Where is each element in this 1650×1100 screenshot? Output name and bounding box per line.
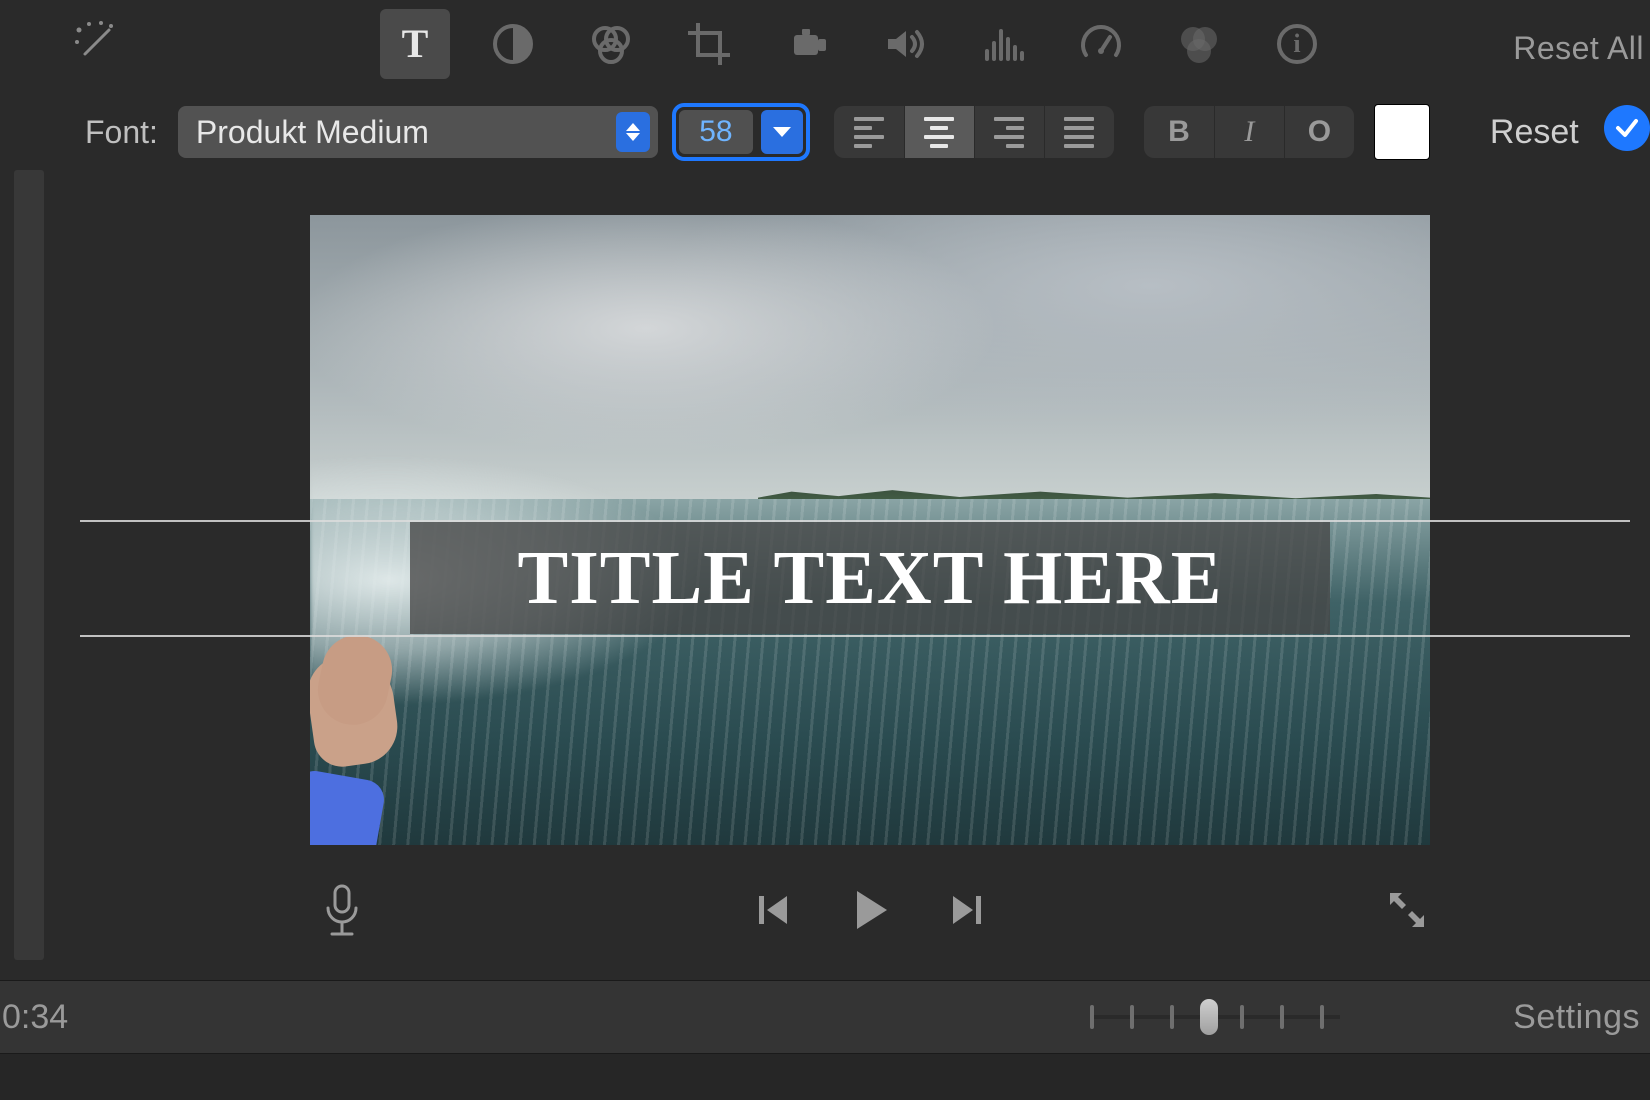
- svg-text:T: T: [402, 21, 429, 66]
- stabilization-inspector-tab[interactable]: [772, 9, 842, 79]
- font-size-group: 58: [672, 103, 810, 161]
- guide-line-bottom: [80, 635, 1630, 637]
- text-color-swatch[interactable]: [1374, 104, 1430, 160]
- timeline-settings-button[interactable]: Settings: [1513, 998, 1640, 1037]
- color-balance-inspector-tab[interactable]: [478, 9, 548, 79]
- bold-button[interactable]: B: [1144, 106, 1214, 158]
- color-correction-inspector-tab[interactable]: [576, 9, 646, 79]
- italic-button[interactable]: I: [1214, 106, 1284, 158]
- effects-inspector-tab[interactable]: [1164, 9, 1234, 79]
- enhance-wand-icon[interactable]: [60, 9, 130, 79]
- reset-all-button[interactable]: Reset All: [1513, 30, 1644, 67]
- play-button[interactable]: [845, 885, 895, 935]
- font-family-select[interactable]: Produkt Medium: [178, 106, 658, 158]
- title-safe-guides: [310, 215, 1430, 845]
- text-style-segmented: B I O: [1144, 106, 1354, 158]
- align-center-button[interactable]: [904, 106, 974, 158]
- reset-text-button[interactable]: Reset: [1490, 113, 1579, 152]
- align-left-button[interactable]: [834, 106, 904, 158]
- svg-text:i: i: [1293, 29, 1300, 58]
- font-label: Font:: [85, 114, 158, 151]
- voiceover-mic-button[interactable]: [320, 882, 364, 938]
- align-justify-button[interactable]: [1044, 106, 1114, 158]
- fullscreen-button[interactable]: [1384, 887, 1430, 933]
- guide-line-top: [80, 520, 1630, 522]
- info-inspector-tab[interactable]: i: [1262, 9, 1332, 79]
- inspector-tabs: T i: [380, 9, 1332, 79]
- timecode-display: 0:34: [2, 998, 68, 1037]
- left-scroll-gutter[interactable]: [14, 170, 44, 960]
- volume-inspector-tab[interactable]: [870, 9, 940, 79]
- inspector-strip: T i Reset All: [0, 0, 1650, 88]
- timeline-area[interactable]: [0, 1054, 1650, 1100]
- next-frame-button[interactable]: [947, 890, 987, 930]
- timeline-zoom-slider[interactable]: [1090, 997, 1340, 1037]
- crop-inspector-tab[interactable]: [674, 9, 744, 79]
- font-size-dropdown[interactable]: [761, 110, 803, 154]
- align-right-button[interactable]: [974, 106, 1044, 158]
- check-icon: [1614, 115, 1640, 141]
- chevron-down-icon: [773, 127, 791, 137]
- text-properties-bar: Font: Produkt Medium 58 B I O Reset: [0, 102, 1650, 162]
- text-align-segmented: [834, 106, 1114, 158]
- text-inspector-tab[interactable]: T: [380, 9, 450, 79]
- font-size-input[interactable]: 58: [679, 110, 753, 154]
- previous-frame-button[interactable]: [753, 890, 793, 930]
- apply-check-button[interactable]: [1604, 105, 1650, 151]
- noise-reduction-inspector-tab[interactable]: [968, 9, 1038, 79]
- zoom-slider-knob[interactable]: [1200, 999, 1218, 1035]
- speed-inspector-tab[interactable]: [1066, 9, 1136, 79]
- transport-controls: [300, 870, 1440, 950]
- timeline-toolbar: 0:34 Settings: [0, 980, 1650, 1054]
- font-family-value: Produkt Medium: [196, 114, 429, 151]
- outline-button[interactable]: O: [1284, 106, 1354, 158]
- font-family-stepper-icon[interactable]: [616, 112, 650, 152]
